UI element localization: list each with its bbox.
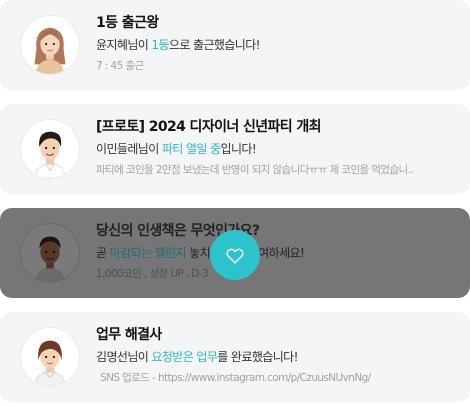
message-highlight: 1등 [151,38,169,52]
card-title: 업무 해결사 [96,327,162,343]
card-subtext: 파티에 코인을 2만점 보냈는데 반영이 되지 않습니다ㅠㅠ 제 코인을 먹었습… [96,164,414,176]
card-title: 당신의 인생책은 무엇인가요? [96,223,260,239]
card-title: 1등 출근왕 [96,15,159,31]
feed-card-4[interactable]: 업무 해결사 김명선님이 요청받은 업무를 완료했습니다! SNS 업로드 - … [0,312,470,402]
woman-short-hair-avatar-icon [20,327,80,387]
message-highlight: 요청받은 업무 [151,350,218,364]
card-message: 김명선님이 요청받은 업무를 완료했습니다! [96,350,298,364]
heart-outline-icon [225,246,245,264]
card-subtext: 1,000코인 , 성장 UP , D-3 [96,268,209,280]
card-message: 이민들레님이 파티 열일 중입니다! [96,142,257,156]
man-black-hair-avatar-icon [20,119,80,179]
man-dark-skin-avatar-icon [20,223,80,283]
like-button[interactable] [210,230,260,280]
card-subtext: 7 : 45 출근 [96,60,144,72]
card-message: 곧 마감되는 챌린지 놓치지 말고 참여하세요! [96,246,305,260]
feed-card-1[interactable]: 1등 출근왕 윤지혜님이 1등으로 출근했습니다! 7 : 45 출근 [0,0,470,90]
woman-long-hair-avatar-icon [20,15,80,75]
card-subtext: SNS 업로드 - https://www.instagram.com/p/Cz… [100,372,371,384]
message-highlight: 파티 열일 중 [161,142,221,156]
feed-card-2[interactable]: [프로토] 2024 디자이너 신년파티 개최 이민들레님이 파티 열일 중입니… [0,104,470,194]
card-message: 윤지혜님이 1등으로 출근했습니다! [96,38,260,52]
message-highlight: 마감되는 챌린지 [109,246,187,260]
card-title: [프로토] 2024 디자이너 신년파티 개최 [96,119,322,135]
